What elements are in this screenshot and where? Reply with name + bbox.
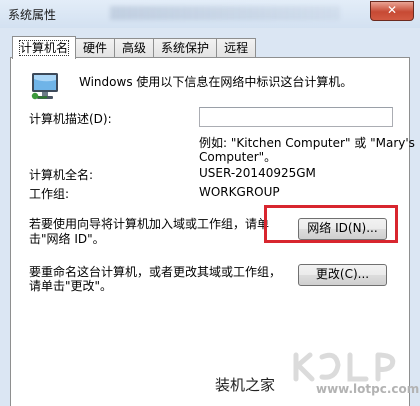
workgroup-label: 工作组: bbox=[29, 187, 70, 201]
description-input[interactable] bbox=[199, 107, 393, 127]
network-id-instructions-line2: 击"网络 ID"。 bbox=[29, 232, 105, 246]
tab-advanced[interactable]: 高级 bbox=[114, 38, 155, 58]
watermark-brand: 装机之家 bbox=[215, 376, 276, 394]
system-properties-window: 系统属性 ✕ 计算机名 硬件 高级 系统保护 远程 Windows 使用以下信息… bbox=[0, 0, 420, 406]
fullname-label: 计算机全名: bbox=[29, 168, 94, 182]
change-button[interactable]: 更改(C)... bbox=[298, 264, 387, 286]
close-button[interactable]: ✕ bbox=[370, 1, 414, 21]
tab-remote[interactable]: 远程 bbox=[216, 38, 257, 58]
window-title: 系统属性 bbox=[8, 8, 57, 22]
title-bar[interactable]: 系统属性 ✕ bbox=[0, 0, 420, 28]
tab-system-protection[interactable]: 系统保护 bbox=[153, 38, 218, 58]
tab-hardware[interactable]: 硬件 bbox=[75, 38, 116, 58]
watermark-url: www.lotpc.com bbox=[316, 382, 420, 396]
tab-computer-name[interactable]: 计算机名 bbox=[12, 36, 77, 59]
description-label: 计算机描述(D): bbox=[29, 112, 112, 126]
intro-text: Windows 使用以下信息在网络中标识这台计算机。 bbox=[79, 75, 353, 89]
computer-monitor-icon bbox=[31, 73, 58, 100]
blurred-title-area bbox=[110, 6, 340, 20]
rename-instructions-line2: 请单击"更改"。 bbox=[29, 279, 113, 293]
network-id-highlight-box bbox=[264, 205, 398, 243]
tab-strip: 计算机名 硬件 高级 系统保护 远程 bbox=[12, 36, 257, 59]
fullname-value: USER-20140925GM bbox=[199, 166, 316, 180]
example-text-line2: Computer"。 bbox=[199, 150, 277, 164]
workgroup-value: WORKGROUP bbox=[199, 185, 280, 199]
watermark-logo-mark bbox=[293, 352, 396, 382]
